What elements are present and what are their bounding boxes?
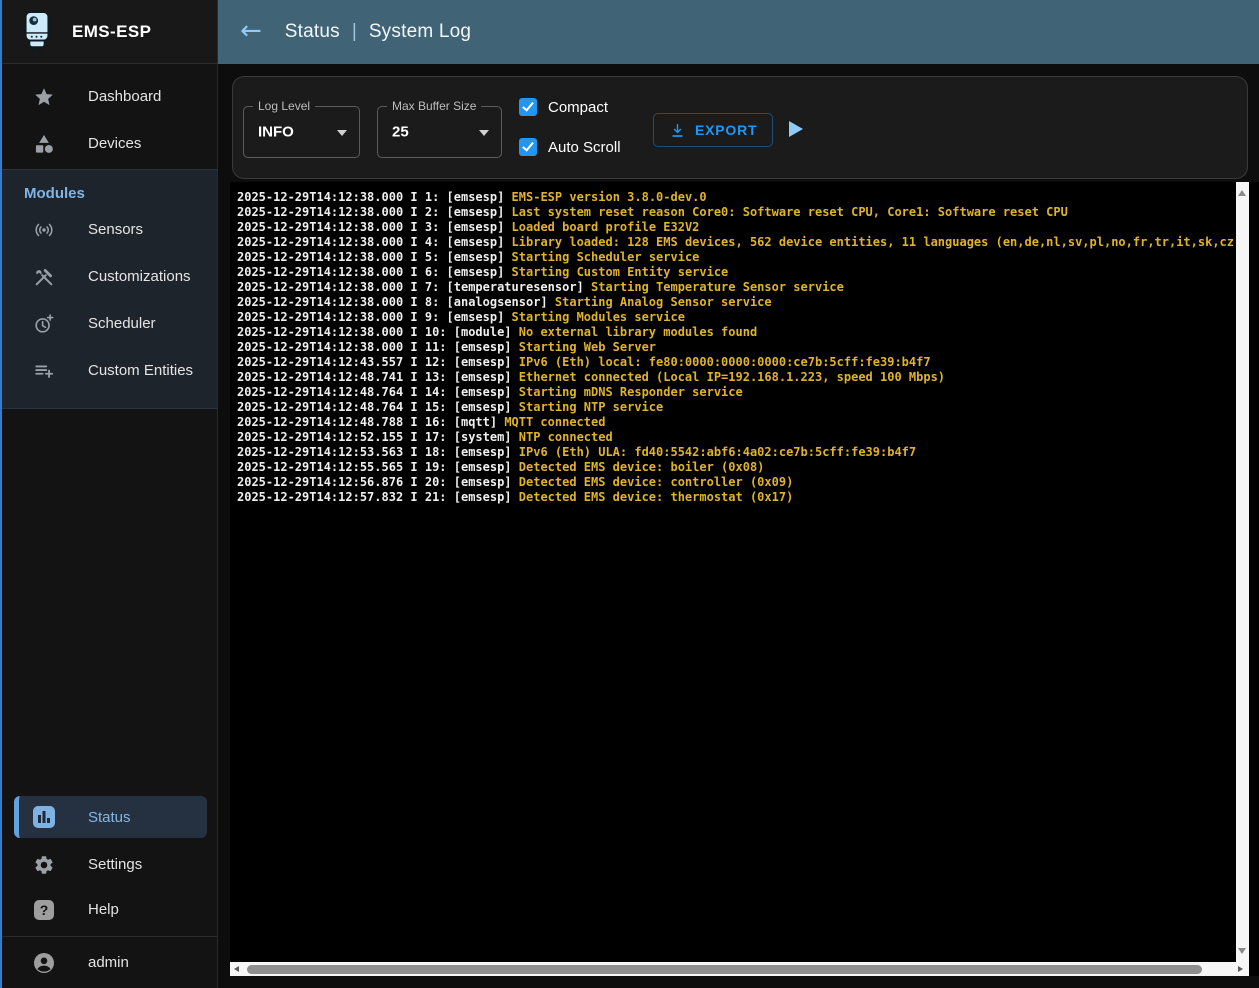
sidebar-item-scheduler[interactable]: Scheduler — [0, 300, 217, 347]
sidebar-modules-nav: Sensors Customizations Scheduler Custom Ent… — [0, 206, 217, 394]
log-line: 2025-12-29T14:12:43.557 I 12: [emsesp] I… — [237, 355, 1236, 370]
page-title: System Log — [369, 21, 471, 43]
vertical-scrollbar[interactable] — [1236, 182, 1249, 962]
bar-chart-icon — [32, 805, 56, 829]
sidebar-item-customizations[interactable]: Customizations — [0, 253, 217, 300]
log-line: 2025-12-29T14:12:38.000 I 9: [emsesp] St… — [237, 310, 1236, 325]
log-line: 2025-12-29T14:12:57.832 I 21: [emsesp] D… — [237, 490, 1236, 505]
export-button[interactable]: EXPORT — [653, 113, 773, 147]
scroll-up-arrow-icon[interactable] — [1238, 190, 1246, 196]
breadcrumb-section: Status — [285, 21, 340, 43]
help-icon: ? — [32, 898, 56, 922]
scroll-down-arrow-icon[interactable] — [1238, 948, 1246, 954]
sidebar-item-admin[interactable]: admin — [0, 937, 217, 988]
sensors-icon — [32, 218, 56, 242]
log-line: 2025-12-29T14:12:53.563 I 18: [emsesp] I… — [237, 445, 1236, 460]
gear-icon — [32, 853, 56, 877]
log-line: 2025-12-29T14:12:38.000 I 11: [emsesp] S… — [237, 340, 1236, 355]
export-button-label: EXPORT — [695, 122, 757, 138]
checkbox-row-compact: Compact — [519, 91, 621, 123]
log-level-label: Log Level — [253, 99, 315, 113]
download-icon — [669, 122, 686, 139]
sidebar-bottom-nav: Status Settings? Help — [0, 796, 217, 932]
system-log-viewer: 2025-12-29T14:12:38.000 I 1: [emsesp] EM… — [230, 182, 1259, 976]
sidebar: EMS-ESP Dashboard Devices Modules Sensors… — [0, 0, 218, 988]
horizontal-scrollbar-thumb[interactable] — [247, 965, 1202, 974]
scroll-left-arrow-icon[interactable] — [234, 966, 239, 972]
sidebar-modules-group: Modules Sensors Customizations Scheduler Cu… — [0, 169, 217, 409]
log-line: 2025-12-29T14:12:52.155 I 17: [system] N… — [237, 430, 1236, 445]
log-line: 2025-12-29T14:12:48.764 I 14: [emsesp] S… — [237, 385, 1236, 400]
modules-section-title: Modules — [0, 170, 217, 206]
checkbox-row-auto-scroll: Auto Scroll — [519, 131, 621, 163]
log-line: 2025-12-29T14:12:38.000 I 10: [module] N… — [237, 325, 1236, 340]
admin-label: admin — [88, 954, 129, 971]
sidebar-item-label: Sensors — [88, 221, 143, 238]
app-logo-row: EMS-ESP — [0, 0, 217, 64]
playlist-add-icon — [32, 359, 56, 383]
checkbox-label: Auto Scroll — [548, 139, 621, 156]
log-line: 2025-12-29T14:12:38.000 I 4: [emsesp] Li… — [237, 235, 1236, 250]
max-buffer-size-select[interactable]: Max Buffer Size 25 — [377, 106, 502, 158]
back-arrow-icon[interactable]: ← — [240, 18, 262, 44]
log-output: 2025-12-29T14:12:38.000 I 1: [emsesp] EM… — [237, 190, 1236, 962]
log-line: 2025-12-29T14:12:38.000 I 6: [emsesp] St… — [237, 265, 1236, 280]
sidebar-item-label: Customizations — [88, 268, 191, 285]
horizontal-scrollbar[interactable] — [230, 962, 1249, 976]
max-buffer-size-label: Max Buffer Size — [387, 99, 481, 113]
sidebar-item-label: Dashboard — [88, 88, 161, 105]
log-level-value: INFO — [258, 124, 294, 141]
auto-scroll-checkbox[interactable] — [519, 138, 537, 156]
log-line: 2025-12-29T14:12:56.876 I 20: [emsesp] D… — [237, 475, 1236, 490]
sidebar-item-label: Status — [88, 809, 131, 826]
max-buffer-size-value: 25 — [392, 124, 409, 141]
sidebar-item-settings[interactable]: Settings — [0, 842, 217, 887]
sidebar-top-nav: Dashboard Devices — [0, 64, 217, 167]
construction-icon — [32, 265, 56, 289]
log-line: 2025-12-29T14:12:38.000 I 1: [emsesp] EM… — [237, 190, 1236, 205]
breadcrumb-separator: | — [352, 21, 357, 43]
log-line: 2025-12-29T14:12:38.000 I 7: [temperatur… — [237, 280, 1236, 295]
chevron-down-icon — [479, 130, 489, 136]
compact-checkbox[interactable] — [519, 98, 537, 116]
log-controls-panel: Log Level INFO Max Buffer Size 25 Compac… — [232, 76, 1248, 179]
log-line: 2025-12-29T14:12:55.565 I 19: [emsesp] D… — [237, 460, 1236, 475]
sidebar-item-dashboard[interactable]: Dashboard — [0, 73, 217, 120]
log-level-select[interactable]: Log Level INFO — [243, 106, 360, 158]
app-header: ← Status | System Log — [218, 0, 1259, 64]
app-title: EMS-ESP — [72, 22, 151, 42]
log-line: 2025-12-29T14:12:38.000 I 8: [analogsens… — [237, 295, 1236, 310]
sidebar-item-devices[interactable]: Devices — [0, 120, 217, 167]
log-line: 2025-12-29T14:12:48.741 I 13: [emsesp] E… — [237, 370, 1236, 385]
log-line: 2025-12-29T14:12:48.764 I 15: [emsesp] S… — [237, 400, 1236, 415]
boiler-logo-icon — [18, 10, 56, 54]
main-content: Log Level INFO Max Buffer Size 25 Compac… — [218, 64, 1259, 988]
sidebar-item-label: Custom Entities — [88, 362, 193, 379]
log-line: 2025-12-29T14:12:38.000 I 2: [emsesp] La… — [237, 205, 1236, 220]
chevron-down-icon — [337, 130, 347, 136]
sidebar-item-label: Scheduler — [88, 315, 156, 332]
sidebar-item-sensors[interactable]: Sensors — [0, 206, 217, 253]
sidebar-item-custom-entities[interactable]: Custom Entities — [0, 347, 217, 394]
star-icon — [32, 85, 56, 109]
sidebar-item-label: Help — [88, 901, 119, 918]
category-icon — [32, 132, 56, 156]
sidebar-item-help[interactable]: ? Help — [0, 887, 217, 932]
scroll-right-arrow-icon[interactable] — [1238, 966, 1243, 972]
log-line: 2025-12-29T14:12:38.000 I 5: [emsesp] St… — [237, 250, 1236, 265]
account-circle-icon — [32, 951, 56, 975]
window-edge-accent — [0, 0, 2, 988]
sidebar-item-status[interactable]: Status — [14, 796, 207, 838]
checkbox-group: Compact Auto Scroll — [519, 91, 621, 171]
checkbox-label: Compact — [548, 99, 608, 116]
sidebar-item-label: Devices — [88, 135, 141, 152]
play-icon[interactable] — [789, 121, 803, 137]
schedule-plus-icon — [32, 312, 56, 336]
sidebar-item-label: Settings — [88, 856, 142, 873]
log-line: 2025-12-29T14:12:48.788 I 16: [mqtt] MQT… — [237, 415, 1236, 430]
log-line: 2025-12-29T14:12:38.000 I 3: [emsesp] Lo… — [237, 220, 1236, 235]
